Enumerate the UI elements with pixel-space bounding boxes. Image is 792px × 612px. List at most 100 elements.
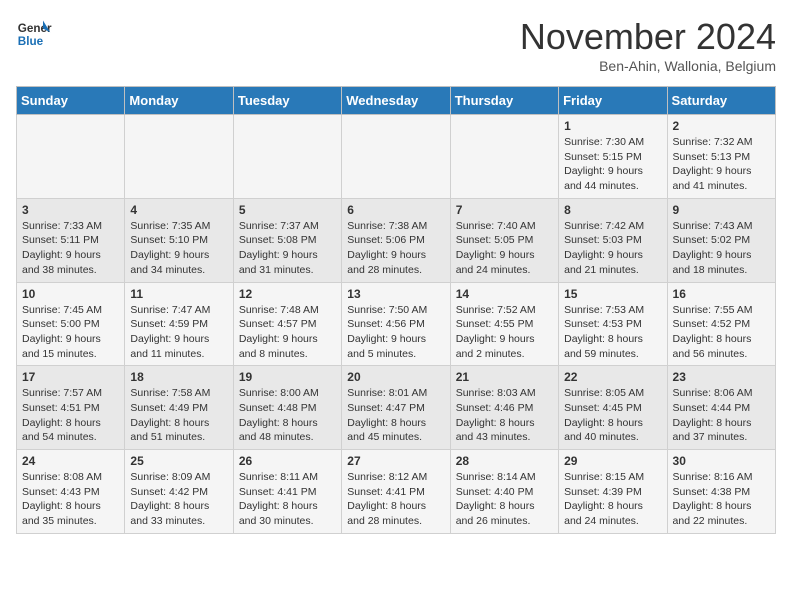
day-cell [125,115,233,199]
location: Ben-Ahin, Wallonia, Belgium [520,58,776,74]
day-cell: 9 Sunrise: 7:43 AM Sunset: 5:02 PM Daylig… [667,198,775,282]
day-number: 6 [347,203,444,217]
day-info: Sunrise: 8:15 AM Sunset: 4:39 PM Dayligh… [564,470,661,529]
day-cell: 18 Sunrise: 7:58 AM Sunset: 4:49 PM Dayli… [125,366,233,450]
day-number: 18 [130,370,227,384]
day-info: Sunrise: 7:50 AM Sunset: 4:56 PM Dayligh… [347,303,444,362]
day-number: 25 [130,454,227,468]
day-info: Sunrise: 7:33 AM Sunset: 5:11 PM Dayligh… [22,219,119,278]
day-number: 20 [347,370,444,384]
day-cell: 3Sunrise: 7:33 AM Sunset: 5:11 PM Daylig… [17,198,125,282]
logo: General Blue [16,16,52,52]
day-number: 23 [673,370,770,384]
col-header-tuesday: Tuesday [233,87,341,115]
day-number: 15 [564,287,661,301]
calendar-table: SundayMondayTuesdayWednesdayThursdayFrid… [16,86,776,534]
day-cell: 13Sunrise: 7:50 AM Sunset: 4:56 PM Dayli… [342,282,450,366]
day-info: Sunrise: 8:09 AM Sunset: 4:42 PM Dayligh… [130,470,227,529]
day-number: 9 [673,203,770,217]
col-header-wednesday: Wednesday [342,87,450,115]
day-cell [233,115,341,199]
day-cell: 21 Sunrise: 8:03 AM Sunset: 4:46 PM Dayli… [450,366,558,450]
day-cell: 30Sunrise: 8:16 AM Sunset: 4:38 PM Dayli… [667,450,775,534]
day-info: Sunrise: 8:01 AM Sunset: 4:47 PM Dayligh… [347,386,444,445]
logo-icon: General Blue [16,16,52,52]
day-info: Sunrise: 7:43 AM Sunset: 5:02 PM Dayligh… [673,219,770,278]
col-header-saturday: Saturday [667,87,775,115]
day-cell: 25 Sunrise: 8:09 AM Sunset: 4:42 PM Dayli… [125,450,233,534]
day-cell: 20 Sunrise: 8:01 AM Sunset: 4:47 PM Dayli… [342,366,450,450]
day-cell: 4 Sunrise: 7:35 AM Sunset: 5:10 PM Daylig… [125,198,233,282]
day-number: 5 [239,203,336,217]
day-cell: 27 Sunrise: 8:12 AM Sunset: 4:41 PM Dayli… [342,450,450,534]
day-cell: 19Sunrise: 8:00 AM Sunset: 4:48 PM Dayli… [233,366,341,450]
day-cell: 2Sunrise: 7:32 AM Sunset: 5:13 PM Daylig… [667,115,775,199]
day-number: 14 [456,287,553,301]
day-cell: 10 Sunrise: 7:45 AM Sunset: 5:00 PM Dayli… [17,282,125,366]
day-number: 16 [673,287,770,301]
day-number: 7 [456,203,553,217]
day-number: 30 [673,454,770,468]
day-number: 21 [456,370,553,384]
week-row-1: 1 Sunrise: 7:30 AM Sunset: 5:15 PM Daylig… [17,115,776,199]
day-number: 22 [564,370,661,384]
week-row-2: 3Sunrise: 7:33 AM Sunset: 5:11 PM Daylig… [17,198,776,282]
calendar-header-row: SundayMondayTuesdayWednesdayThursdayFrid… [17,87,776,115]
day-info: Sunrise: 7:35 AM Sunset: 5:10 PM Dayligh… [130,219,227,278]
day-info: Sunrise: 7:45 AM Sunset: 5:00 PM Dayligh… [22,303,119,362]
week-row-3: 10 Sunrise: 7:45 AM Sunset: 5:00 PM Dayli… [17,282,776,366]
week-row-5: 24 Sunrise: 8:08 AM Sunset: 4:43 PM Dayli… [17,450,776,534]
col-header-sunday: Sunday [17,87,125,115]
day-info: Sunrise: 8:11 AM Sunset: 4:41 PM Dayligh… [239,470,336,529]
day-cell: 28 Sunrise: 8:14 AM Sunset: 4:40 PM Dayli… [450,450,558,534]
day-number: 4 [130,203,227,217]
day-cell: 15Sunrise: 7:53 AM Sunset: 4:53 PM Dayli… [559,282,667,366]
day-cell [450,115,558,199]
day-info: Sunrise: 8:06 AM Sunset: 4:44 PM Dayligh… [673,386,770,445]
title-area: November 2024 Ben-Ahin, Wallonia, Belgiu… [520,16,776,74]
day-number: 12 [239,287,336,301]
day-info: Sunrise: 7:40 AM Sunset: 5:05 PM Dayligh… [456,219,553,278]
day-number: 27 [347,454,444,468]
day-cell: 17Sunrise: 7:57 AM Sunset: 4:51 PM Dayli… [17,366,125,450]
day-info: Sunrise: 7:38 AM Sunset: 5:06 PM Dayligh… [347,219,444,278]
day-info: Sunrise: 8:08 AM Sunset: 4:43 PM Dayligh… [22,470,119,529]
day-info: Sunrise: 8:14 AM Sunset: 4:40 PM Dayligh… [456,470,553,529]
day-info: Sunrise: 7:47 AM Sunset: 4:59 PM Dayligh… [130,303,227,362]
svg-text:Blue: Blue [18,35,44,48]
day-info: Sunrise: 7:58 AM Sunset: 4:49 PM Dayligh… [130,386,227,445]
day-cell: 23 Sunrise: 8:06 AM Sunset: 4:44 PM Dayli… [667,366,775,450]
day-info: Sunrise: 7:37 AM Sunset: 5:08 PM Dayligh… [239,219,336,278]
day-info: Sunrise: 7:30 AM Sunset: 5:15 PM Dayligh… [564,135,661,194]
day-number: 2 [673,119,770,133]
day-cell: 8 Sunrise: 7:42 AM Sunset: 5:03 PM Daylig… [559,198,667,282]
day-number: 11 [130,287,227,301]
day-number: 24 [22,454,119,468]
day-info: Sunrise: 8:03 AM Sunset: 4:46 PM Dayligh… [456,386,553,445]
day-number: 28 [456,454,553,468]
day-number: 26 [239,454,336,468]
day-cell [17,115,125,199]
day-cell: 6 Sunrise: 7:38 AM Sunset: 5:06 PM Daylig… [342,198,450,282]
day-info: Sunrise: 7:48 AM Sunset: 4:57 PM Dayligh… [239,303,336,362]
day-number: 17 [22,370,119,384]
day-cell: 16Sunrise: 7:55 AM Sunset: 4:52 PM Dayli… [667,282,775,366]
day-cell: 7 Sunrise: 7:40 AM Sunset: 5:05 PM Daylig… [450,198,558,282]
day-cell: 14 Sunrise: 7:52 AM Sunset: 4:55 PM Dayli… [450,282,558,366]
week-row-4: 17Sunrise: 7:57 AM Sunset: 4:51 PM Dayli… [17,366,776,450]
day-number: 8 [564,203,661,217]
day-info: Sunrise: 8:12 AM Sunset: 4:41 PM Dayligh… [347,470,444,529]
day-number: 1 [564,119,661,133]
calendar-body: 1 Sunrise: 7:30 AM Sunset: 5:15 PM Daylig… [17,115,776,534]
month-title: November 2024 [520,16,776,58]
day-cell: 5 Sunrise: 7:37 AM Sunset: 5:08 PM Daylig… [233,198,341,282]
day-cell: 29 Sunrise: 8:15 AM Sunset: 4:39 PM Dayli… [559,450,667,534]
day-number: 19 [239,370,336,384]
col-header-thursday: Thursday [450,87,558,115]
day-info: Sunrise: 7:42 AM Sunset: 5:03 PM Dayligh… [564,219,661,278]
day-number: 10 [22,287,119,301]
day-cell: 22Sunrise: 8:05 AM Sunset: 4:45 PM Dayli… [559,366,667,450]
day-info: Sunrise: 7:52 AM Sunset: 4:55 PM Dayligh… [456,303,553,362]
col-header-friday: Friday [559,87,667,115]
day-number: 29 [564,454,661,468]
